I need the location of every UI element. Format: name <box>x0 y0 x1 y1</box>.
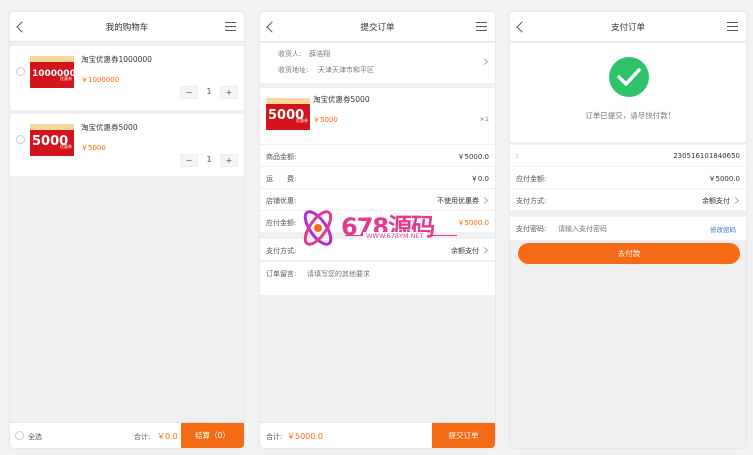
total-amount: ￥0.0 <box>157 432 178 441</box>
row-label: 运 费: <box>266 175 297 183</box>
row-label: 应付金额: <box>516 175 547 183</box>
address-value: 天津天津市和平区 <box>318 66 374 74</box>
password-label: 支付密码: <box>516 225 547 233</box>
menu-icon[interactable] <box>476 22 487 31</box>
payable-row: 应付金额: ￥5000.0 <box>260 211 495 233</box>
select-all-label[interactable]: 全选 <box>28 432 42 442</box>
page-title: 我的购物车 <box>105 23 149 33</box>
product-price: ￥1000000 <box>81 76 120 84</box>
password-row: 支付密码: 请输入支付密码 修改密码 <box>510 217 746 241</box>
pay-order-screen: 支付订单 订单已提交，请尽快付款! : 230516101840650 应付金额… <box>510 12 746 448</box>
order-item: 5000 优惠券 淘宝优惠券5000 ￥5000 ×1 <box>260 88 495 144</box>
chevron-right-icon <box>480 196 489 205</box>
quantity-stepper: − 1 + <box>180 86 238 99</box>
coupon-thumbnail[interactable]: 1000000 优惠券 <box>30 56 74 88</box>
cart-footer: 全选 合计: ￥0.0 结算（0） <box>10 422 244 448</box>
remark-label: 订单留言: <box>266 270 297 278</box>
row-value: 余额支付 <box>451 247 479 255</box>
success-message: 订单已提交，请尽快付款! <box>585 111 671 120</box>
row-label: : <box>516 152 519 160</box>
checkout-button[interactable]: 结算（0） <box>181 423 244 448</box>
receiver-name: 薛浩翔 <box>309 50 330 58</box>
submit-order-screen: 提交订单 收货人: 薛浩翔 收货地址: 天津天津市和平区 5000 优惠券 淘宝… <box>260 12 495 448</box>
receiver-label: 收货人: <box>278 50 302 58</box>
row-label: 商品金额: <box>266 153 297 161</box>
quantity-stepper: − 1 + <box>180 154 238 167</box>
row-value: 余额支付 <box>702 197 730 205</box>
remark-row: 订单留言: 请填写您的其他要求 <box>260 262 495 296</box>
remark-input[interactable]: 请填写您的其他要求 <box>307 269 370 279</box>
cart-item: 5000 优惠券 淘宝优惠券5000 ￥5000 − 1 + <box>10 114 244 176</box>
submit-footer: 合计: ￥5000.0 提交订单 <box>260 422 495 448</box>
payment-method-row[interactable]: 支付方式: 余额支付 <box>510 189 746 211</box>
row-value: ￥0.0 <box>470 175 489 183</box>
total-label: 合计: <box>134 433 151 441</box>
submit-order-button[interactable]: 提交订单 <box>432 423 495 448</box>
total-amount: ￥5000.0 <box>287 432 323 441</box>
cart-screen: 我的购物车 1000000 优惠券 淘宝优惠券1000000 ￥1000000 … <box>10 12 244 448</box>
cart-item: 1000000 优惠券 淘宝优惠券1000000 ￥1000000 − 1 + <box>10 46 244 110</box>
address-label: 收货地址: <box>278 66 309 74</box>
success-card: 订单已提交，请尽快付款! <box>510 43 746 142</box>
chevron-right-icon <box>480 246 489 255</box>
address-card[interactable]: 收货人: 薛浩翔 收货地址: 天津天津市和平区 <box>260 43 495 83</box>
coupon-tag: 优惠券 <box>60 144 72 149</box>
product-name: 淘宝优惠券5000 <box>313 95 370 104</box>
cart-header: 我的购物车 <box>10 12 244 42</box>
row-value: 不使用优惠券 <box>437 197 479 205</box>
shipping-row: 运 费: ￥0.0 <box>260 167 495 189</box>
coupon-tag: 优惠券 <box>60 76 72 81</box>
payment-method-row[interactable]: 支付方式: 余额支付 <box>260 239 495 261</box>
increase-button[interactable]: + <box>220 86 238 99</box>
row-value: ￥5000.0 <box>457 219 490 227</box>
product-name[interactable]: 淘宝优惠券5000 <box>81 122 138 133</box>
chevron-right-icon <box>731 196 740 205</box>
row-label: 支付方式: <box>266 247 297 255</box>
coupon-thumbnail: 5000 优惠券 <box>266 98 310 130</box>
chevron-right-icon <box>480 57 489 66</box>
row-label: 应付金额: <box>266 219 297 227</box>
menu-icon[interactable] <box>225 22 236 31</box>
modify-password-link[interactable]: 修改密码 <box>710 224 736 234</box>
quantity-value[interactable]: 1 <box>198 154 220 167</box>
quantity-value[interactable]: 1 <box>198 86 220 99</box>
pay-button[interactable]: 去付款 <box>518 243 740 264</box>
row-label: 店铺优惠: <box>266 197 297 205</box>
product-name[interactable]: 淘宝优惠券1000000 <box>81 54 152 65</box>
order-number-row: : 230516101840650 <box>510 145 746 167</box>
page-title: 提交订单 <box>360 23 395 33</box>
row-value: ￥5000.0 <box>708 175 741 183</box>
select-all-radio[interactable] <box>15 431 24 440</box>
success-check-icon <box>609 57 649 97</box>
decrease-button[interactable]: − <box>180 154 198 167</box>
goods-amount-row: 商品金额: ￥5000.0 <box>260 145 495 167</box>
coupon-tag: 优惠券 <box>296 118 308 123</box>
row-label: 支付方式: <box>516 197 547 205</box>
order-number: 230516101840650 <box>673 152 740 160</box>
item-quantity: ×1 <box>479 115 489 123</box>
product-price: ￥5000 <box>313 116 338 124</box>
row-value: ￥5000.0 <box>457 153 490 161</box>
item-select-radio[interactable] <box>16 67 25 76</box>
password-input[interactable]: 请输入支付密码 <box>558 224 607 234</box>
item-select-radio[interactable] <box>16 135 25 144</box>
shop-discount-row[interactable]: 店铺优惠: 不使用优惠券 <box>260 189 495 211</box>
increase-button[interactable]: + <box>220 154 238 167</box>
menu-icon[interactable] <box>727 22 738 31</box>
page-title: 支付订单 <box>610 23 645 33</box>
payable-row: 应付金额: ￥5000.0 <box>510 167 746 189</box>
submit-header: 提交订单 <box>260 12 495 42</box>
decrease-button[interactable]: − <box>180 86 198 99</box>
total-label: 合计: <box>266 433 283 441</box>
pay-header: 支付订单 <box>510 12 746 42</box>
coupon-thumbnail[interactable]: 5000 优惠券 <box>30 124 74 156</box>
product-price: ￥5000 <box>81 144 106 152</box>
